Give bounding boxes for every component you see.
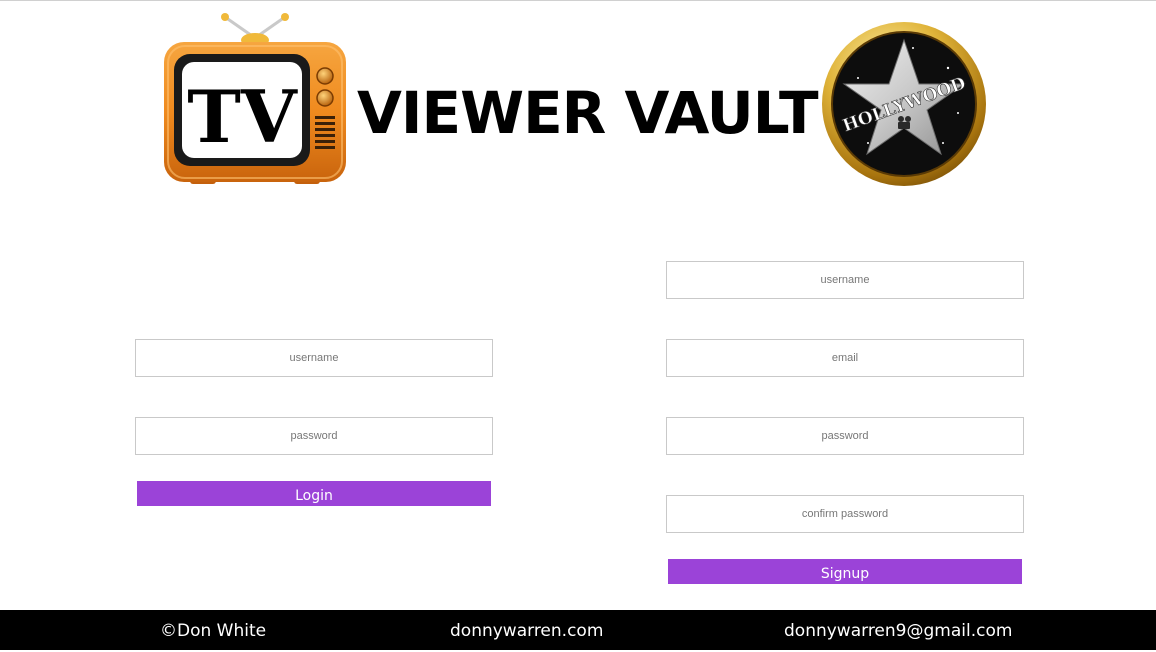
footer-copyright: ©Don White [160,621,267,641]
signup-email-input[interactable] [666,339,1024,377]
tv-logo: TV [164,13,346,184]
app-title: VIEWER VAULT [357,79,819,147]
page-header: TV VIEWER VAULT HOLLYWOOD [0,0,1156,200]
tv-logo-text: TV [187,74,298,159]
login-button[interactable]: Login [137,481,491,506]
page-footer: ©Don White donnywarren.com donnywarren9@… [0,610,1156,650]
signup-password-input[interactable] [666,417,1024,455]
signup-username-input[interactable] [666,261,1024,299]
hollywood-star-logo: HOLLYWOOD [822,22,986,186]
login-password-input[interactable] [135,417,493,455]
signup-confirm-password-input[interactable] [666,495,1024,533]
footer-email-link[interactable]: donnywarren9@gmail.com [784,610,1012,652]
footer-website-link[interactable]: donnywarren.com [450,610,603,652]
signup-button[interactable]: Signup [668,559,1022,584]
login-username-input[interactable] [135,339,493,377]
